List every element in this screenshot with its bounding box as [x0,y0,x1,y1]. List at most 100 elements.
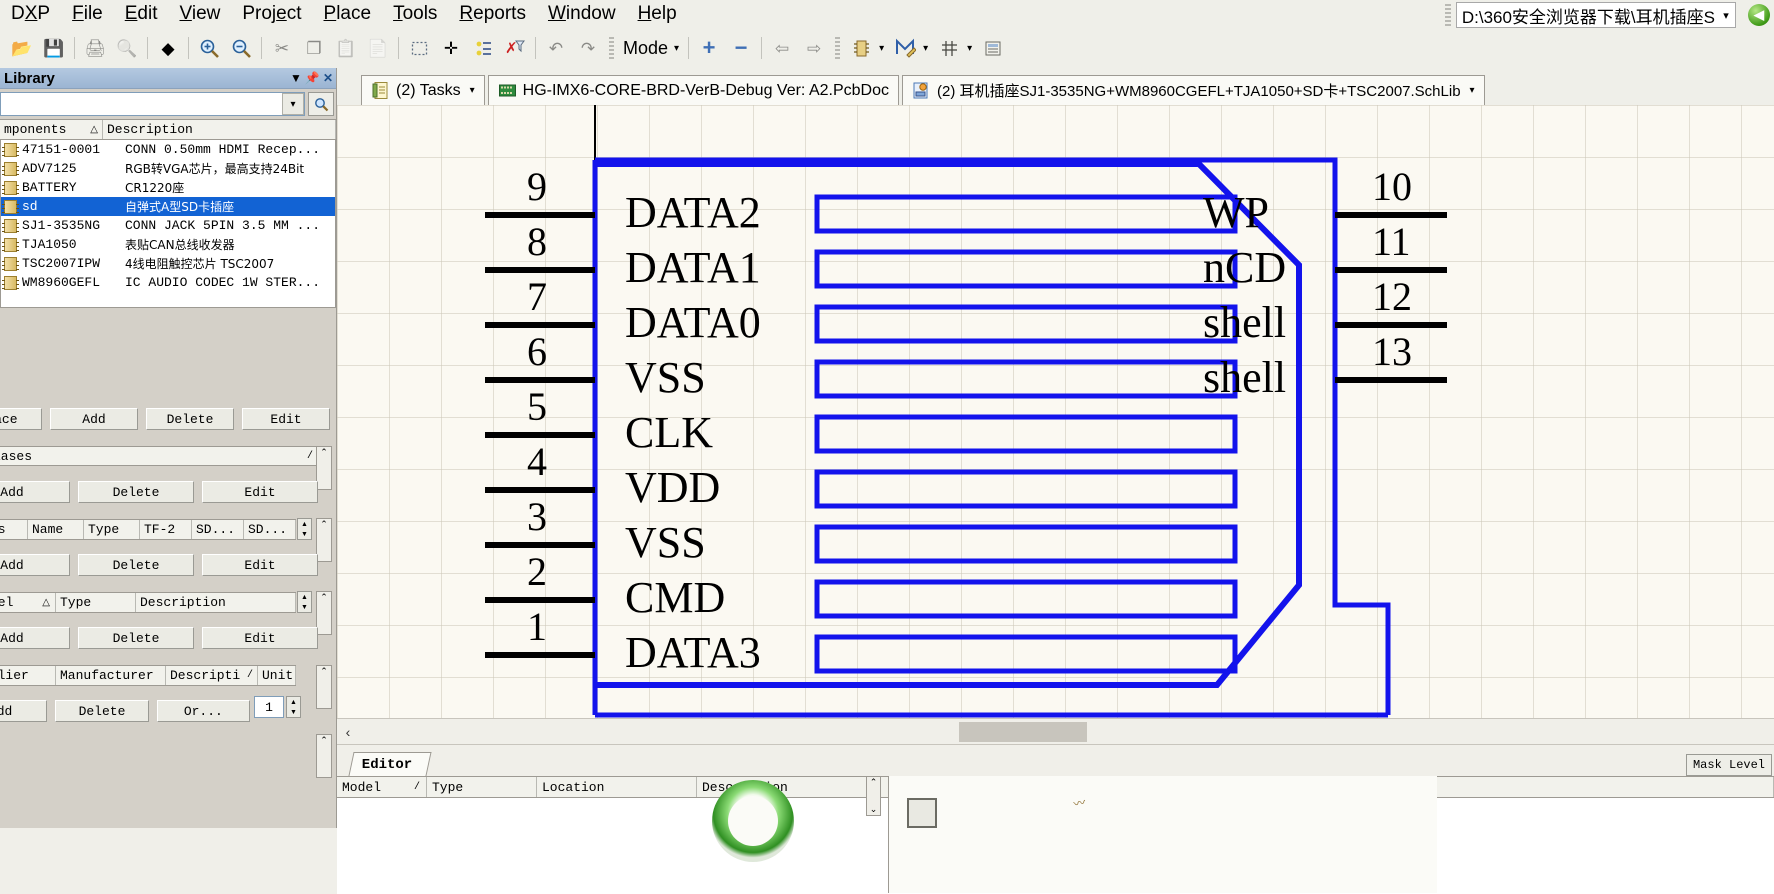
chevron-down-icon[interactable]: ▼ [288,71,304,85]
menu-window[interactable]: Window [537,1,627,27]
mask-level-button[interactable]: Mask Level [1685,754,1772,776]
column-location[interactable]: Location [537,777,697,797]
column-type[interactable]: Type [84,520,140,539]
edit-alias-button[interactable]: Edit [202,481,318,503]
scroll-thumb[interactable] [959,721,1087,742]
open-folder-icon[interactable]: 📂 [7,33,37,63]
component-icon[interactable] [846,33,876,63]
draw-icon[interactable] [890,33,920,63]
list-item-selected[interactable]: sd 自弹式A型SD卡插座 [1,197,335,216]
paste-icon[interactable]: 📋 [331,33,361,63]
back-icon[interactable]: ⇦ [767,33,797,63]
menu-dxp[interactable]: DXP [0,1,61,27]
delete-component-button[interactable]: Delete [146,408,234,430]
list-item[interactable]: ADV7125 RGB转VGA芯片，最高支持24Bit [1,159,335,178]
library-select-combo[interactable]: ▾ [0,92,305,116]
print-icon[interactable]: 🖨 [80,33,110,63]
column-sd-a[interactable]: SD... [192,520,244,539]
canvas-horizontal-scrollbar[interactable]: ‹ [337,718,1774,744]
remove-icon[interactable]: − [726,33,756,63]
close-icon[interactable]: ✕ [320,71,336,85]
chevron-down-icon[interactable]: ▾ [877,43,889,54]
tab-tasks[interactable]: (2) Tasks ▾ [361,75,485,105]
chevron-down-icon[interactable]: ▾ [1467,85,1475,96]
delete-alias-button[interactable]: Delete [78,481,194,503]
menu-edit[interactable]: Edit [114,1,169,27]
spinner-down-icon[interactable]: ▼ [298,602,311,612]
zoom-in-icon[interactable] [194,33,224,63]
edit-component-button[interactable]: Edit [242,408,330,430]
paste-special-icon[interactable]: 📄 [363,33,393,63]
project-path-field[interactable]: D:\360安全浏览器下载\耳机插座S ▾ [1444,2,1736,28]
list-item[interactable]: BATTERY CR1220座 [1,178,335,197]
chevron-down-icon[interactable]: ▾ [965,43,977,54]
add-component-button[interactable]: Add [50,408,138,430]
menu-reports[interactable]: Reports [448,1,537,27]
save-icon[interactable]: 💾 [39,33,69,63]
add-pin-button[interactable]: Add [0,554,70,576]
place-button[interactable]: Place [0,408,42,430]
move-icon[interactable]: ✛ [436,33,466,63]
list-item[interactable]: SJ1-3535NG CONN JACK 5PIN 3.5 MM ... [1,216,335,235]
tab-editor[interactable]: Editor [348,752,432,776]
column-sd-b[interactable]: SD... [244,520,296,539]
add-supplier-button[interactable]: Add [0,700,48,722]
toolbar-grip[interactable] [835,37,841,59]
column-model[interactable]: Model / [337,777,427,797]
add-icon[interactable]: + [694,33,724,63]
column-description[interactable]: Description [136,593,296,612]
spinner-up-icon[interactable]: ▲ [298,519,311,529]
list-item[interactable]: TJA1050 表贴CAN总线收发器 [1,235,335,254]
pins-spinner[interactable]: ▲ ▼ [297,518,312,540]
menu-project[interactable]: Project [231,1,312,27]
forward-icon[interactable]: ⇨ [799,33,829,63]
spinner-down-icon[interactable]: ▼ [287,707,300,717]
delete-supplier-button[interactable]: Delete [55,700,149,722]
board-view-icon[interactable]: ◆ [153,33,183,63]
select-area-icon[interactable] [404,33,434,63]
column-description[interactable]: Descripti / [166,666,258,685]
model-grid-scrollbar[interactable]: ⌃ ⌄ [866,776,881,816]
scroll-up-icon[interactable]: ⌃ [870,777,878,788]
smart-paste-icon[interactable] [468,33,498,63]
add-alias-button[interactable]: Add [0,481,70,503]
model-preview-pane[interactable]: 〰 [888,776,1437,893]
column-model[interactable]: del △ [0,593,56,612]
menu-view[interactable]: View [169,1,232,27]
models-spinner[interactable]: ▲ ▼ [297,591,312,613]
print-preview-icon[interactable]: 🔍 [112,33,142,63]
scroll-left-icon[interactable]: ‹ [337,724,359,740]
list-item[interactable]: 47151-0001 CONN 0.50mm HDMI Recep... [1,140,335,159]
undo-icon[interactable]: ↶ [541,33,571,63]
column-pins[interactable]: ns [0,520,28,539]
delete-model-button[interactable]: Delete [78,627,194,649]
toolbar-grip[interactable] [609,37,614,59]
column-unit[interactable]: Unit [258,666,296,685]
order-quantity-input[interactable]: 1 [254,696,284,718]
list-item[interactable]: WM8960GEFL IC AUDIO CODEC 1W STER... [1,273,335,292]
column-manufacturer[interactable]: Manufacturer [56,666,166,685]
order-quantity-stepper[interactable]: ▲ ▼ [286,696,301,718]
menu-place[interactable]: Place [313,1,383,27]
column-name[interactable]: Name [28,520,84,539]
column-components[interactable]: mponents △ [0,120,103,139]
chevron-down-icon[interactable]: ▾ [921,43,933,54]
panel-bottom-scrollbar[interactable]: ⌃ [316,734,332,778]
cut-icon[interactable]: ✂ [267,33,297,63]
scroll-down-icon[interactable]: ⌄ [870,804,878,815]
menu-file[interactable]: File [61,1,114,27]
copy-icon[interactable]: ❐ [299,33,329,63]
supplier-scrollbar[interactable]: ⌃ [316,665,332,709]
pin-icon[interactable]: 📌 [304,71,320,85]
chevron-down-icon[interactable]: ▾ [282,93,304,115]
rotary-gauge[interactable] [712,780,794,862]
edit-model-button[interactable]: Edit [202,627,318,649]
zoom-out-icon[interactable] [226,33,256,63]
add-model-button[interactable]: Add [0,627,70,649]
tab-pcbdoc[interactable]: HG-IMX6-CORE-BRD-VerB-Debug Ver: A2.PcbD… [487,75,899,105]
mode-label[interactable]: Mode [619,38,672,59]
spinner-up-icon[interactable]: ▲ [298,592,311,602]
column-tf2[interactable]: TF-2 [140,520,192,539]
toolbar-grip[interactable] [1444,4,1451,26]
edit-pin-button[interactable]: Edit [202,554,318,576]
